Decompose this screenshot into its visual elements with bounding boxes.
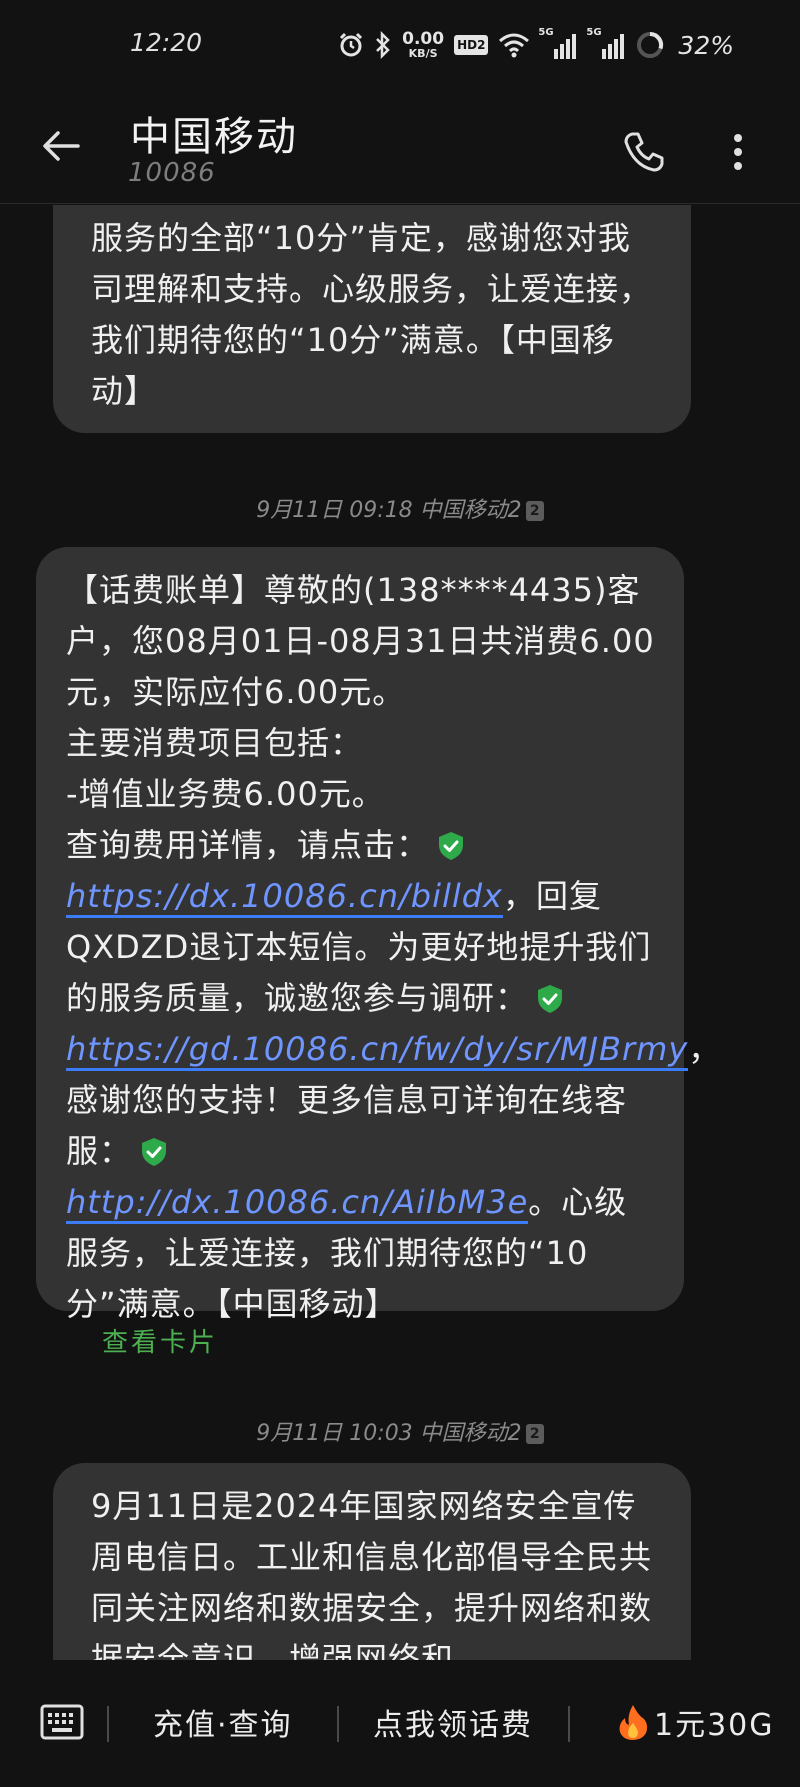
timestamp-text: 9月11日 09:18 中国移动2 bbox=[256, 498, 522, 523]
safe-link-shield-icon bbox=[439, 832, 464, 860]
network-speed: 0.00 KB/S bbox=[402, 29, 445, 60]
signal-sim2-label: 5G bbox=[586, 27, 602, 38]
menu-divider bbox=[337, 1706, 339, 1742]
phone-call-icon[interactable] bbox=[620, 128, 668, 176]
battery-ring-icon bbox=[637, 31, 664, 58]
conversation-header: 中国移动 10086 bbox=[0, 92, 800, 204]
sms-conversation-screen: 12:20 0.00 KB/S HD2 5G 5G 32% 中国移动 10086… bbox=[0, 0, 800, 1787]
status-time: 12:20 bbox=[130, 28, 203, 57]
bill-query-text: 查询费用详情，请点击： bbox=[66, 826, 430, 864]
message-timestamp: 9月11日 09:18 中国移动2 2 bbox=[0, 492, 800, 524]
fire-icon bbox=[619, 1705, 648, 1740]
menu-divider bbox=[107, 1706, 109, 1742]
back-arrow-icon[interactable] bbox=[38, 122, 86, 170]
more-options-icon[interactable] bbox=[722, 128, 754, 176]
bottom-menu-bar: 充值·查询 点我领话费 1元30G bbox=[0, 1660, 800, 1787]
message-timestamp: 9月11日 10:03 中国移动2 2 bbox=[0, 1415, 800, 1447]
message-bubble[interactable]: 服务的全部“10分”肯定，感谢您对我司理解和支持。心级服务，让爱连接，我们期待您… bbox=[53, 205, 691, 433]
network-speed-unit: KB/S bbox=[408, 47, 438, 60]
view-card-link[interactable]: 查看卡片 bbox=[102, 1322, 218, 1359]
message-list[interactable]: 服务的全部“10分”肯定，感谢您对我司理解和支持。心级服务，让爱连接，我们期待您… bbox=[0, 205, 800, 1660]
recharge-query-menu[interactable]: 充值·查询 bbox=[153, 1700, 293, 1744]
bill-items-heading: 主要消费项目包括： bbox=[66, 724, 364, 762]
sim-badge: 2 bbox=[525, 501, 544, 521]
contact-number: 10086 bbox=[128, 158, 216, 188]
survey-link[interactable]: https://gd.10086.cn/fw/dy/sr/MJBrmy bbox=[66, 1030, 689, 1071]
signal-sim2-icon: 5G bbox=[586, 27, 626, 59]
keyboard-icon[interactable] bbox=[40, 1702, 84, 1742]
claim-credit-menu[interactable]: 点我领话费 bbox=[373, 1700, 533, 1744]
bill-intro-text: 【话费账单】尊敬的(138****4435)客户，您08月01日-08月31日共… bbox=[66, 571, 655, 711]
signal-sim1-icon: 5G bbox=[538, 27, 578, 59]
message-bubble[interactable]: 9月11日是2024年国家网络安全宣传周电信日。工业和信息化部倡导全民共同关注网… bbox=[53, 1463, 691, 1660]
status-bar: 12:20 0.00 KB/S HD2 5G 5G 32% bbox=[0, 0, 800, 92]
data-offer-label: 1元30G bbox=[654, 1708, 775, 1743]
message-text: 【话费账单】尊敬的(138****4435)客户，您08月01日-08月31日共… bbox=[66, 565, 720, 1330]
battery-percent: 32% bbox=[678, 30, 734, 60]
message-bubble-bill[interactable]: 【话费账单】尊敬的(138****4435)客户，您08月01日-08月31日共… bbox=[36, 547, 720, 1323]
bill-detail-link[interactable]: https://dx.10086.cn/billdx bbox=[66, 877, 503, 918]
network-speed-value: 0.00 bbox=[402, 29, 445, 49]
alarm-icon bbox=[340, 32, 363, 57]
contact-name: 中国移动 bbox=[130, 114, 298, 160]
signal-sim1-label: 5G bbox=[538, 27, 554, 38]
bill-item-text: -增值业务费6.00元。 bbox=[66, 775, 385, 813]
online-service-link[interactable]: http://dx.10086.cn/AiIbM3e bbox=[66, 1183, 529, 1224]
hd-voice-badge: HD2 bbox=[454, 35, 489, 55]
message-text: 服务的全部“10分”肯定，感谢您对我司理解和支持。心级服务，让爱连接，我们期待您… bbox=[91, 219, 653, 410]
bluetooth-icon bbox=[376, 31, 390, 59]
timestamp-text: 9月11日 10:03 中国移动2 bbox=[256, 1421, 522, 1446]
menu-divider bbox=[568, 1706, 570, 1742]
data-offer-menu[interactable]: 1元30G bbox=[616, 1700, 775, 1744]
message-text: 9月11日是2024年国家网络安全宣传周电信日。工业和信息化部倡导全民共同关注网… bbox=[91, 1487, 653, 1660]
wifi-icon bbox=[499, 33, 530, 58]
sim-badge: 2 bbox=[525, 1424, 544, 1444]
status-icons: 0.00 KB/S HD2 5G 5G 32% bbox=[338, 27, 734, 62]
safe-link-shield-icon bbox=[538, 985, 563, 1013]
safe-link-shield-icon bbox=[142, 1138, 167, 1166]
